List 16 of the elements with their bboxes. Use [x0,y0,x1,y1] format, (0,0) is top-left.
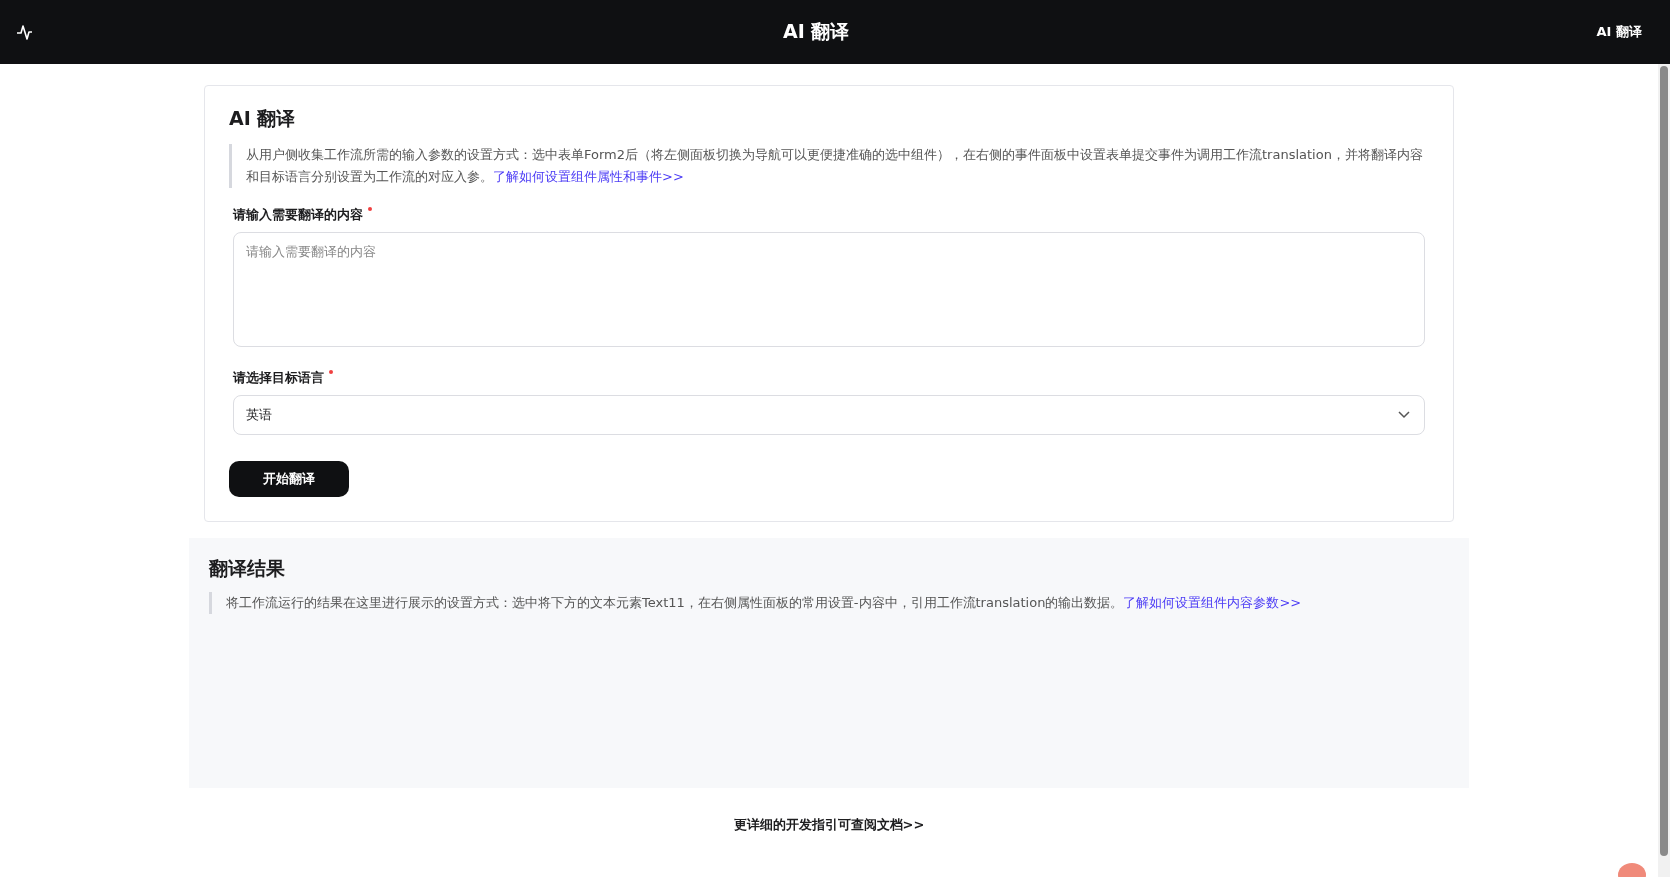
help-link[interactable]: 了解如何设置组件内容参数>> [1123,595,1302,610]
field-label: 请选择目标语言 [233,369,324,387]
help-link[interactable]: 了解如何设置组件属性和事件>> [493,169,684,184]
app-title: AI 翻译 [783,19,850,44]
start-translate-button[interactable]: 开始翻译 [229,461,349,497]
chevron-down-icon [1398,411,1410,419]
field-label: 请输入需要翻译的内容 [233,206,363,224]
docs-link[interactable]: 更详细的开发指引可查阅文档>> [733,816,925,834]
scrollbar[interactable] [1658,64,1670,877]
card-title: AI 翻译 [229,106,297,131]
text-input-field[interactable]: 请输入需要翻译的内容 [233,232,1425,347]
result-title: 翻译结果 [209,556,286,581]
header-label: AI 翻译 [1596,23,1642,41]
result-description: 将工作流运行的结果在这里进行展示的设置方式：选中将下方的文本元素Text11，在右侧属性面板的常用设置-内容中，引用工作流translation的输出数据。了解如何设置组件内容参数>> [209,592,1449,614]
language-select[interactable]: 英语 [233,395,1425,435]
form-description: 从用户侧收集工作流所需的输入参数的设置方式：选中表单Form2后（将左侧面板切换为导航可以更便捷准确的选中组件），在右侧的事件面板中设置表单提交事件为调用工作流translation，并将翻译内容和目标语言分别设置为工作流的对应入参。了解如何设置组件属性和事件>> [229,144,1425,188]
